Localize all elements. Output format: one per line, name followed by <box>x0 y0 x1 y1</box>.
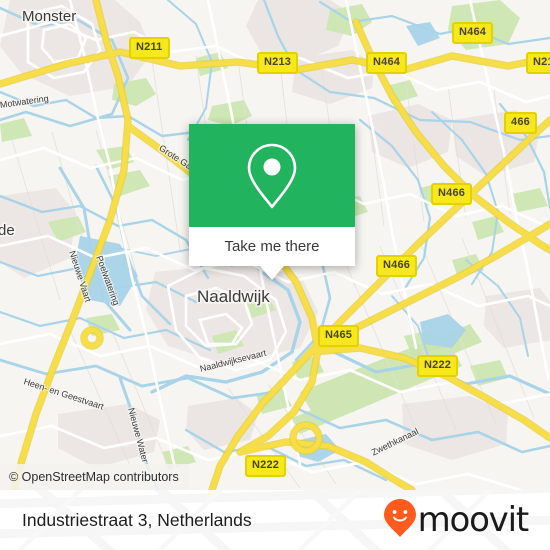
moovit-pin-smiley-icon <box>383 498 417 543</box>
address-label: Industriestraat 3, Netherlands <box>22 509 252 530</box>
take-me-there-button[interactable]: Take me there <box>189 227 355 280</box>
popup-image-area <box>189 124 355 227</box>
road-shield[interactable]: N465 <box>318 325 360 347</box>
road-shield[interactable]: N211 <box>526 52 550 74</box>
road-shield[interactable]: N222 <box>417 355 459 377</box>
place-label: Naaldwijk <box>197 287 270 306</box>
map-canvas[interactable]: Monster de Naaldwijk Motwatering Grote G… <box>0 0 550 490</box>
place-label: Monster <box>22 8 77 25</box>
attribution-text: © OpenStreetMap contributors <box>9 470 179 484</box>
map-attribution[interactable]: © OpenStreetMap contributors <box>0 464 189 490</box>
screenshot-root: Monster de Naaldwijk Motwatering Grote G… <box>0 0 550 550</box>
road-shield[interactable]: N466 <box>431 183 473 205</box>
road-shield[interactable]: N464 <box>366 52 408 74</box>
road-shield[interactable]: 466 <box>504 112 537 134</box>
map-pin-icon <box>244 140 300 212</box>
road-shield[interactable]: N464 <box>452 22 494 44</box>
road-shield[interactable]: N466 <box>376 255 418 277</box>
moovit-logo[interactable]: moovit <box>383 498 530 543</box>
road-shield[interactable]: N213 <box>257 52 299 74</box>
popup-tail-pointer <box>260 266 284 280</box>
footer-bar: Industriestraat 3, Netherlands moovit <box>0 490 550 550</box>
take-me-there-label: Take me there <box>224 238 320 255</box>
road-shield[interactable]: N211 <box>129 37 170 59</box>
road-shield[interactable]: N222 <box>245 455 287 477</box>
moovit-wordmark: moovit <box>417 500 530 540</box>
location-popup-card[interactable]: Take me there <box>189 124 355 280</box>
place-label: de <box>0 222 15 239</box>
